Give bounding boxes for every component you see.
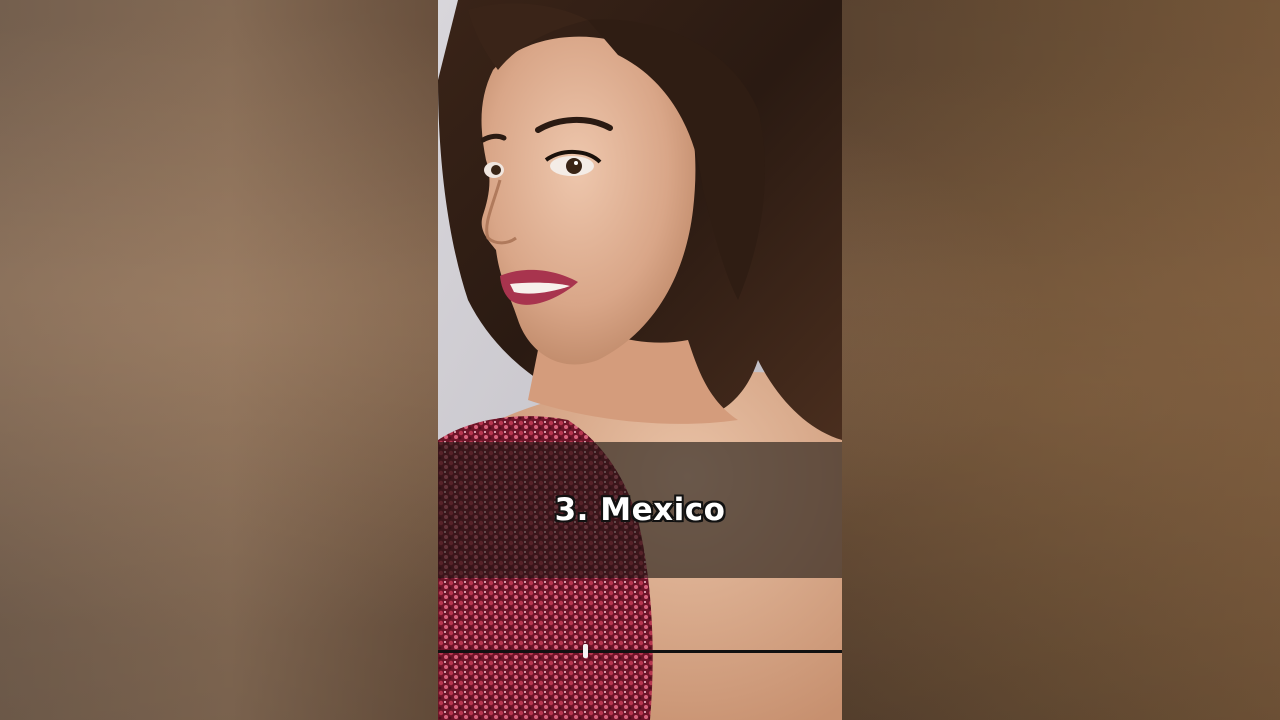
progress-bar[interactable] xyxy=(438,644,842,658)
caption-text: 3. Mexico xyxy=(554,492,726,528)
shorts-player: 3. Mexico xyxy=(0,0,1280,720)
video-still-image xyxy=(438,0,842,720)
video-frame[interactable]: 3. Mexico xyxy=(438,0,842,720)
progress-bar-fill xyxy=(438,650,586,653)
progress-scrubber-handle[interactable] xyxy=(583,644,589,658)
caption-overlay: 3. Mexico xyxy=(438,442,842,578)
